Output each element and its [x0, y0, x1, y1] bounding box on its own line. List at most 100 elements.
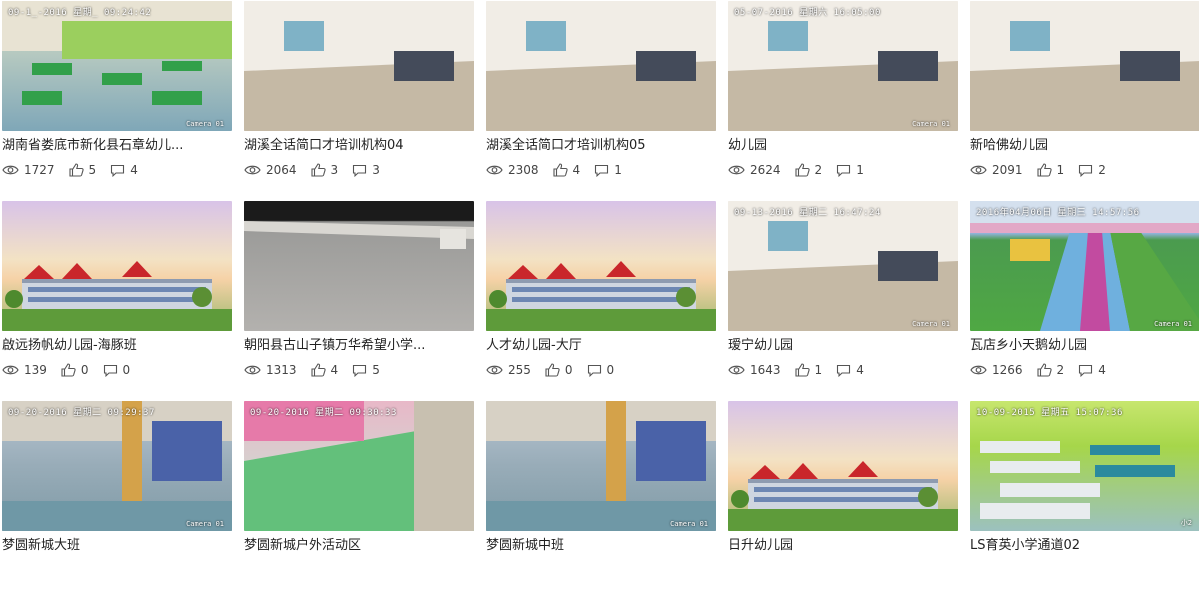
video-title[interactable]: 新哈佛幼儿园 [970, 137, 1199, 155]
thumbs-up-icon [794, 363, 815, 377]
comments-stat[interactable]: 4 [110, 163, 138, 177]
likes-stat[interactable]: 0 [61, 363, 89, 377]
comments-stat[interactable]: 1 [594, 163, 622, 177]
video-thumbnail[interactable]: 09-13-2016 星期二 16:47:24 Camera 01 [728, 201, 958, 331]
video-thumbnail[interactable]: 05-07-2016 星期六 16:05:00 Camera 01 [728, 1, 958, 131]
video-card[interactable]: Camera 01 梦圆新城中班 [486, 401, 716, 591]
views-count: 2624 [750, 163, 781, 177]
comments-stat[interactable]: 0 [103, 363, 131, 377]
video-title[interactable]: 湖溪全话简口才培训机构05 [486, 137, 716, 155]
video-title[interactable]: 梦圆新城户外活动区 [244, 537, 474, 555]
video-card[interactable]: 09-13-2016 星期二 16:47:24 Camera 01 瑷宁幼儿园 164… [728, 201, 958, 391]
likes-stat[interactable]: 4 [552, 163, 581, 177]
video-title[interactable]: 瑷宁幼儿园 [728, 337, 958, 355]
comment-icon [110, 164, 130, 177]
likes-stat[interactable]: 1 [1036, 163, 1065, 177]
video-card[interactable]: 09-20-2016 星期二 09:29:37 Camera 01 梦圆新城大班 [2, 401, 232, 591]
likes-stat[interactable]: 0 [545, 363, 573, 377]
eye-icon [728, 364, 750, 376]
comment-icon [1078, 364, 1098, 377]
camera-label: Camera 01 [912, 320, 950, 328]
camera-label: 小2 [1180, 519, 1192, 527]
views-stat: 139 [2, 363, 47, 377]
comments-stat[interactable]: 0 [587, 363, 614, 377]
likes-count: 1 [1056, 163, 1065, 177]
views-count: 1313 [266, 363, 297, 377]
video-card[interactable]: 10-09-2015 星期五 15:07:36 小2 LS育英小学通道02 [970, 401, 1199, 591]
likes-stat[interactable]: 4 [310, 363, 338, 377]
video-thumbnail[interactable] [2, 201, 232, 331]
video-thumbnail[interactable] [244, 201, 474, 331]
video-thumbnail[interactable]: 09-1_-2016 星期_ 09:24:42 Camera 01 [2, 1, 232, 131]
comments-stat[interactable]: 1 [836, 163, 864, 177]
camera-label: Camera 01 [186, 520, 224, 528]
views-stat: 2091 [970, 163, 1023, 177]
video-title[interactable]: 瓦店乡小天鹅幼儿园 [970, 337, 1199, 355]
video-card[interactable]: 啟远扬帆幼儿园-海豚班 139 0 0 [2, 201, 232, 391]
comments-count: 1 [614, 163, 622, 177]
camera-timestamp: 05-07-2016 星期六 16:05:00 [734, 8, 881, 18]
video-thumbnail[interactable] [728, 401, 958, 531]
comments-count: 3 [372, 163, 380, 177]
comments-stat[interactable]: 4 [1078, 363, 1106, 377]
comments-stat[interactable]: 4 [836, 363, 864, 377]
video-card[interactable]: 湖溪全话简口才培训机构04 2064 3 3 [244, 1, 474, 191]
video-title[interactable]: 幼儿园 [728, 137, 958, 155]
comments-count: 4 [1098, 363, 1106, 377]
video-title[interactable]: 朝阳县古山子镇万华希望小学... [244, 337, 474, 355]
video-card[interactable]: 09-1_-2016 星期_ 09:24:42 Camera 01 湖南省娄底市新化… [2, 1, 232, 191]
comments-stat[interactable]: 5 [352, 363, 380, 377]
views-stat: 2064 [244, 163, 297, 177]
video-thumbnail[interactable]: 2016年04月06日 星期三 14:57:56 Camera 01 [970, 201, 1199, 331]
video-thumbnail[interactable]: 09-20-2016 星期二 09:29:37 Camera 01 [2, 401, 232, 531]
video-card[interactable]: 日升幼儿园 [728, 401, 958, 591]
video-card[interactable]: 湖溪全话简口才培训机构05 2308 4 1 [486, 1, 716, 191]
comments-count: 0 [122, 363, 131, 377]
comments-count: 2 [1098, 163, 1106, 177]
likes-stat[interactable]: 1 [794, 363, 823, 377]
comments-stat[interactable]: 3 [352, 163, 380, 177]
video-title[interactable]: 梦圆新城中班 [486, 537, 716, 555]
comments-stat[interactable]: 2 [1078, 163, 1106, 177]
video-title[interactable]: LS育英小学通道02 [970, 537, 1199, 555]
likes-count: 4 [572, 163, 581, 177]
views-count: 2091 [992, 163, 1023, 177]
video-title[interactable]: 湖溪全话简口才培训机构04 [244, 137, 474, 155]
comment-icon [836, 164, 856, 177]
video-stats: 1643 1 4 [728, 362, 958, 378]
comment-icon [352, 164, 372, 177]
likes-count: 5 [88, 163, 97, 177]
video-thumbnail[interactable]: 09-20-2016 星期二 09:30:33 [244, 401, 474, 531]
video-title[interactable]: 日升幼儿园 [728, 537, 958, 555]
thumbs-up-icon [552, 163, 573, 177]
video-thumbnail[interactable] [486, 201, 716, 331]
thumbs-up-icon [68, 163, 89, 177]
video-card[interactable]: 2016年04月06日 星期三 14:57:56 Camera 01 瓦店乡小天鹅幼… [970, 201, 1199, 391]
video-title[interactable]: 梦圆新城大班 [2, 537, 232, 555]
video-thumbnail[interactable] [970, 1, 1199, 131]
video-title[interactable]: 湖南省娄底市新化县石章幼儿... [2, 137, 232, 155]
likes-stat[interactable]: 2 [1036, 363, 1064, 377]
video-title[interactable]: 人才幼儿园-大厅 [486, 337, 716, 355]
comment-icon [1078, 164, 1098, 177]
video-stats: 1266 2 4 [970, 362, 1199, 378]
video-card[interactable]: 朝阳县古山子镇万华希望小学... 1313 4 5 [244, 201, 474, 391]
video-thumbnail[interactable] [486, 1, 716, 131]
likes-stat[interactable]: 2 [794, 163, 822, 177]
likes-count: 1 [814, 363, 823, 377]
likes-stat[interactable]: 5 [68, 163, 97, 177]
video-title[interactable]: 啟远扬帆幼儿园-海豚班 [2, 337, 232, 355]
views-count: 1266 [992, 363, 1023, 377]
video-thumbnail[interactable]: Camera 01 [486, 401, 716, 531]
likes-stat[interactable]: 3 [310, 163, 338, 177]
camera-label: Camera 01 [186, 120, 224, 128]
video-stats: 2624 2 1 [728, 162, 958, 178]
video-stats: 2091 1 2 [970, 162, 1199, 178]
video-card[interactable]: 新哈佛幼儿园 2091 1 2 [970, 1, 1199, 191]
video-card[interactable]: 人才幼儿园-大厅 255 0 0 [486, 201, 716, 391]
camera-timestamp: 09-1_-2016 星期_ 09:24:42 [8, 8, 152, 18]
video-thumbnail[interactable] [244, 1, 474, 131]
video-card[interactable]: 09-20-2016 星期二 09:30:33 梦圆新城户外活动区 [244, 401, 474, 591]
video-thumbnail[interactable]: 10-09-2015 星期五 15:07:36 小2 [970, 401, 1199, 531]
video-card[interactable]: 05-07-2016 星期六 16:05:00 Camera 01 幼儿园 2624 2… [728, 1, 958, 191]
